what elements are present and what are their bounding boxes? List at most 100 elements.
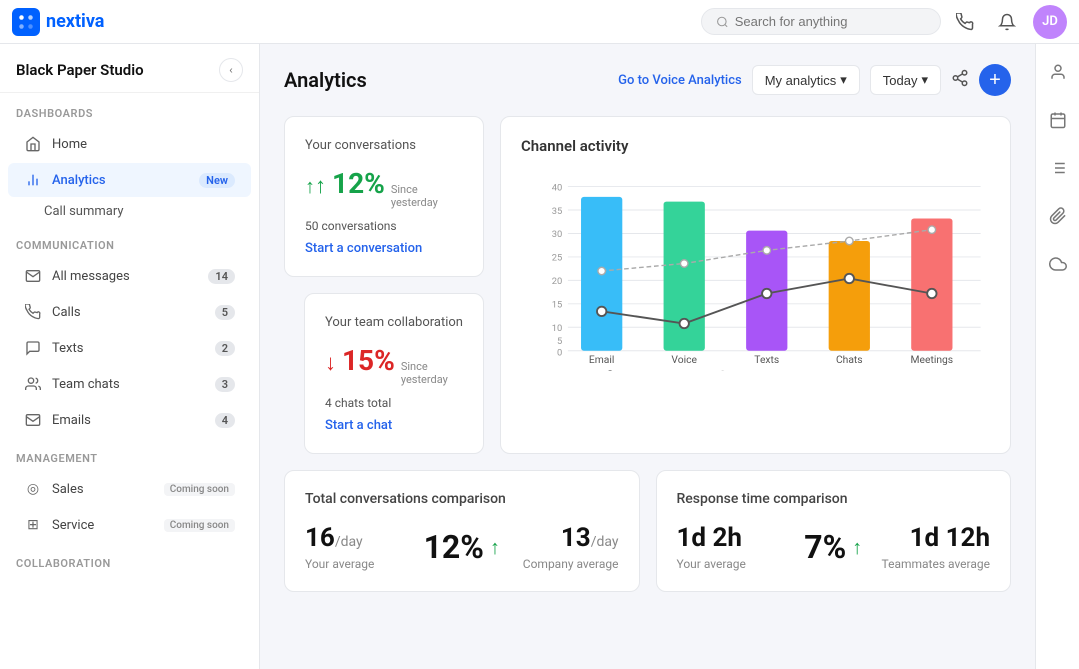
calls-icon — [24, 303, 42, 321]
channel-activity-card: Channel activity 40 35 30 25 20 — [500, 116, 1011, 454]
right-bar-list-icon[interactable] — [1042, 152, 1074, 184]
total-conversations-card: Total conversations comparison 16/day Yo… — [284, 470, 640, 592]
app-logo-icon — [12, 8, 40, 36]
total-conversations-label: Total conversations comparison — [305, 491, 619, 507]
sidebar-item-all-messages[interactable]: All messages 14 — [8, 259, 251, 293]
total-company-avg-value: 13/day — [516, 523, 619, 553]
texts-badge: 2 — [215, 341, 235, 356]
svg-text:35: 35 — [552, 206, 563, 217]
emails-badge: 4 — [215, 413, 235, 428]
bell-button[interactable] — [991, 6, 1023, 38]
total-your-avg-block: 16/day Your average — [305, 523, 408, 571]
right-bar — [1035, 44, 1079, 669]
collapse-sidebar-button[interactable]: ‹ — [219, 58, 243, 82]
dashboards-section-label: Dashboards — [0, 93, 259, 126]
sidebar-item-texts[interactable]: Texts 2 — [8, 331, 251, 365]
calls-badge: 5 — [215, 305, 235, 320]
svg-text:0: 0 — [557, 347, 562, 358]
sidebar-item-home[interactable]: Home — [8, 127, 251, 161]
response-time-label: Response time comparison — [677, 491, 991, 507]
home-icon — [24, 135, 42, 153]
response-teammates-avg-block: 1d 12h Teammates average — [878, 523, 990, 571]
svg-text:20: 20 — [552, 276, 563, 287]
header-actions: Go to Voice Analytics My analytics ▾ Tod… — [618, 64, 1011, 96]
all-messages-label: All messages — [52, 269, 198, 284]
sales-icon: ◎ — [24, 480, 42, 498]
response-pct-value: 7% — [804, 528, 846, 566]
page-title: Analytics — [284, 68, 606, 92]
management-section-label: Management — [0, 438, 259, 471]
svg-text:40: 40 — [552, 182, 563, 193]
communication-section-label: Communication — [0, 225, 259, 258]
svg-text:15: 15 — [552, 300, 563, 311]
svg-text:Your avg trend: Your avg trend — [624, 370, 684, 371]
share-button[interactable] — [951, 69, 969, 92]
conversations-since: Sinceyesterday — [391, 183, 438, 209]
sidebar-item-service[interactable]: ⊞ Service Coming soon — [8, 508, 251, 542]
avatar[interactable]: JD — [1033, 5, 1067, 39]
svg-text:30: 30 — [552, 229, 563, 240]
conversations-pct: 12% — [332, 167, 385, 200]
cards-row: Your conversations ↑ 12% Sinceyesterday … — [284, 116, 1011, 454]
response-your-avg-label: Your average — [677, 557, 789, 571]
right-bar-calendar-icon[interactable] — [1042, 104, 1074, 136]
collaboration-link[interactable]: Start a chat — [325, 418, 463, 433]
svg-text:Chats: Chats — [836, 353, 863, 366]
sidebar-item-call-summary[interactable]: Call summary — [0, 198, 259, 225]
emails-label: Emails — [52, 413, 205, 428]
svg-text:25: 25 — [552, 253, 563, 264]
comparison-row: Total conversations comparison 16/day Yo… — [284, 470, 1011, 592]
total-pct-block: 12% ↑ — [408, 528, 516, 566]
response-teammates-avg-value: 1d 12h — [878, 523, 990, 553]
right-bar-person-icon[interactable] — [1042, 56, 1074, 88]
main-layout: Black Paper Studio ‹ Dashboards Home Ana… — [0, 0, 1079, 669]
total-up-arrow: ↑ — [490, 535, 500, 560]
my-analytics-dropdown[interactable]: My analytics ▾ — [752, 65, 860, 95]
response-up-arrow: ↑ — [852, 535, 862, 560]
service-label: Service — [52, 518, 150, 533]
texts-label: Texts — [52, 341, 205, 356]
calls-label: Calls — [52, 305, 205, 320]
collaboration-section-label: Collaboration — [0, 543, 259, 576]
sidebar-item-sales[interactable]: ◎ Sales Coming soon — [8, 472, 251, 506]
svg-text:Company avg trend: Company avg trend — [737, 370, 818, 371]
service-icon: ⊞ — [24, 516, 42, 534]
analytics-icon — [24, 171, 42, 189]
svg-text:Email: Email — [589, 353, 615, 366]
logo-area: nextiva — [12, 8, 104, 36]
sidebar-item-team-chats[interactable]: Team chats 3 — [8, 367, 251, 401]
sales-coming-soon-badge: Coming soon — [164, 483, 235, 496]
analytics-label: Analytics — [52, 173, 189, 188]
sidebar-item-emails[interactable]: Emails 4 — [8, 403, 251, 437]
nav-icons: JD — [949, 5, 1067, 39]
add-button[interactable]: + — [979, 64, 1011, 96]
all-messages-icon — [24, 267, 42, 285]
app-logo-text: nextiva — [46, 11, 104, 32]
sidebar-item-calls[interactable]: Calls 5 — [8, 295, 251, 329]
search-input[interactable] — [735, 14, 926, 29]
conversations-card-label: Your conversations — [305, 137, 463, 155]
conversations-card: Your conversations ↑ 12% Sinceyesterday … — [284, 116, 484, 277]
conversations-link[interactable]: Start a conversation — [305, 241, 463, 256]
sidebar-item-analytics[interactable]: Analytics New — [8, 163, 251, 197]
response-your-avg-block: 1d 2h Your average — [677, 523, 789, 571]
total-comparison-metrics: 16/day Your average 12% ↑ 13/day Company… — [305, 523, 619, 571]
main-content: Analytics Go to Voice Analytics My analy… — [260, 44, 1035, 669]
top-nav: nextiva JD — [0, 0, 1079, 44]
workspace-name: Black Paper Studio — [16, 61, 144, 79]
total-your-avg-value: 16/day — [305, 523, 408, 553]
collaboration-pct: 15% — [342, 344, 395, 377]
go-to-voice-analytics-link[interactable]: Go to Voice Analytics — [618, 73, 742, 88]
my-analytics-label: My analytics — [765, 73, 837, 88]
conversations-sub: 50 conversations — [305, 219, 463, 233]
emails-icon — [24, 411, 42, 429]
right-bar-clip-icon[interactable] — [1042, 200, 1074, 232]
svg-text:10: 10 — [552, 323, 563, 334]
response-comparison-metrics: 1d 2h Your average 7% ↑ 1d 12h Teammates… — [677, 523, 991, 571]
today-dropdown[interactable]: Today ▾ — [870, 65, 941, 95]
phone-button[interactable] — [949, 6, 981, 38]
conversations-up-arrow: ↑ — [305, 173, 326, 199]
search-bar[interactable] — [701, 8, 941, 35]
svg-text:Texts: Texts — [754, 353, 779, 366]
right-bar-cloud-icon[interactable] — [1042, 248, 1074, 280]
